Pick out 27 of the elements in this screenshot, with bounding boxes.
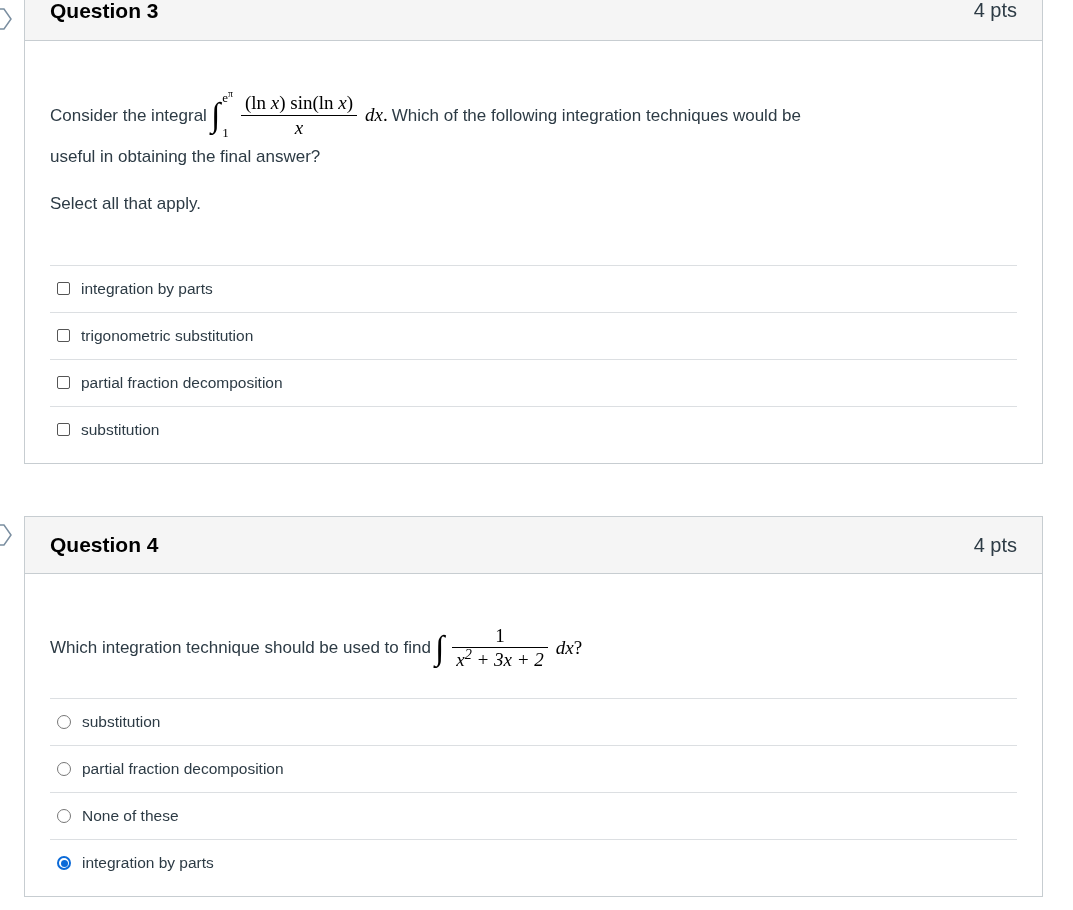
radio-button[interactable] [57,762,71,776]
answer-option[interactable]: trigonometric substitution [50,311,1017,359]
radio-button[interactable] [57,809,71,823]
answer-option[interactable]: None of these [50,792,1017,839]
integral-sign: ∫ [210,98,221,133]
answer-option[interactable]: integration by parts [50,264,1017,312]
checkbox[interactable] [57,423,70,436]
math-formula: ∫ 1 x$^{2}$ + 3x + 2 dx? [434,623,583,672]
question-text: useful in obtaining the final answer? [50,145,322,168]
radio-button[interactable] [57,856,71,870]
answer-option[interactable]: partial fraction decomposition [50,745,1017,792]
question-title: Question 3 [50,0,159,21]
checkbox[interactable] [57,282,70,295]
checkbox[interactable] [57,329,70,342]
checkbox[interactable] [57,376,70,389]
points: 4 pts [973,534,1017,555]
question-title: Question 4 [50,534,159,555]
radio-button[interactable] [57,715,71,729]
answer-option[interactable]: substitution [50,698,1017,745]
answer-option[interactable]: integration by parts [50,839,1017,886]
points: 4 pts [973,0,1017,20]
answer-option[interactable]: partial fraction decomposition [50,358,1017,406]
question-text: Which integration technique should be used to find [50,637,431,659]
question-text: Consider the integral [50,104,207,127]
question-text: Which of the following integration techniques would be [391,104,801,127]
answer-option[interactable]: substitution [50,405,1017,453]
instruction-text: Select all that apply. [50,193,202,215]
